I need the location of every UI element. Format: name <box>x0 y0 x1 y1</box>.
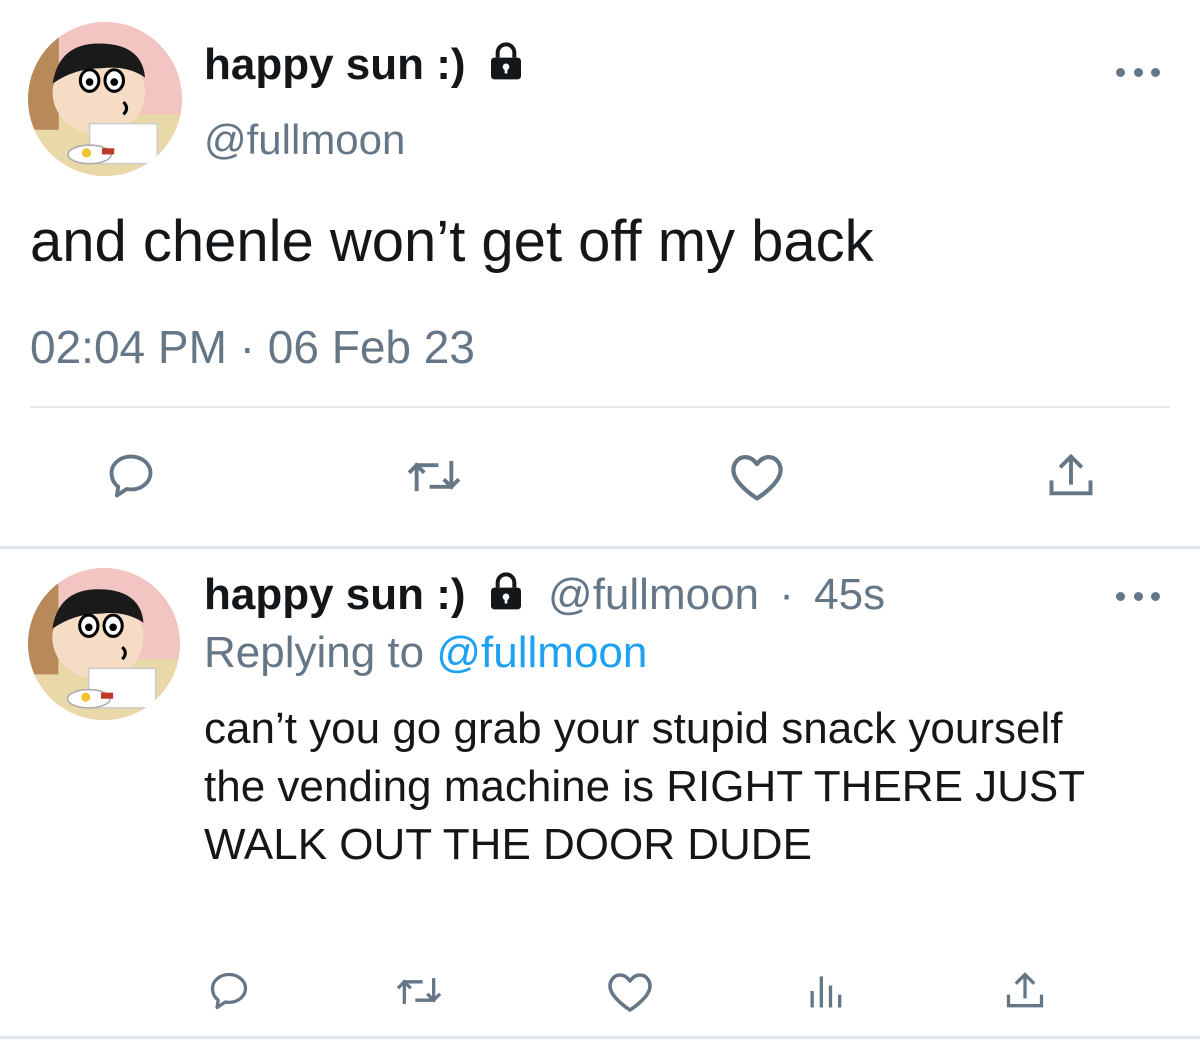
share-button[interactable] <box>1036 446 1106 506</box>
reply-share-button[interactable] <box>1000 966 1050 1016</box>
reply-reply-button[interactable] <box>204 966 254 1016</box>
divider <box>30 406 1170 408</box>
timestamp[interactable]: 02:04 PM · 06 Feb 23 <box>30 320 475 374</box>
like-icon <box>608 973 652 1012</box>
reply-button[interactable] <box>96 446 166 506</box>
reply-more-options-icon[interactable] <box>1116 586 1160 606</box>
reply-header: happy sun :) @fullmoon · 45s <box>204 570 885 620</box>
dot <box>1116 67 1125 77</box>
avatar[interactable] <box>28 22 182 176</box>
reply-handle[interactable]: @fullmoon <box>548 570 759 619</box>
retweet-icon <box>396 978 442 1004</box>
section-divider <box>0 546 1200 549</box>
dot <box>1151 67 1160 77</box>
reply-analytics-button[interactable] <box>800 966 850 1016</box>
reply-text: can’t you go grab your stupid snack your… <box>204 704 1085 869</box>
reply-retweet-button[interactable] <box>384 966 454 1016</box>
reply-like-button[interactable] <box>600 966 660 1016</box>
replying-mention[interactable]: @fullmoon <box>436 628 647 677</box>
reply-icon <box>109 454 153 498</box>
share-icon <box>1049 453 1093 496</box>
display-name[interactable]: happy sun :) <box>204 40 526 90</box>
dot <box>1133 67 1143 77</box>
analytics-icon <box>810 976 842 1008</box>
bottom-divider <box>0 1036 1200 1039</box>
dot <box>1116 591 1125 601</box>
reply-icon <box>210 972 248 1010</box>
cartoon-avatar-icon <box>28 568 180 720</box>
separator-dot: · <box>779 570 794 619</box>
lock-icon <box>490 572 521 610</box>
handle[interactable]: @fullmoon <box>204 116 405 164</box>
replying-to: Replying to @fullmoon <box>204 628 647 678</box>
like-icon <box>731 454 783 501</box>
share-icon <box>1006 972 1044 1008</box>
display-name-text[interactable]: happy sun :) <box>204 40 466 89</box>
replying-prefix: Replying to <box>204 628 425 677</box>
more-options-icon[interactable] <box>1116 62 1160 82</box>
cartoon-avatar-icon <box>28 22 182 176</box>
reply-age[interactable]: 45s <box>814 570 885 619</box>
dot <box>1133 591 1143 601</box>
tweet-text: and chenle won’t get off my back <box>30 209 874 274</box>
reply-display-name[interactable]: happy sun :) <box>204 570 466 619</box>
lock-icon <box>490 42 521 80</box>
like-button[interactable] <box>722 446 792 506</box>
retweet-icon <box>407 460 461 492</box>
reply-avatar[interactable] <box>28 568 180 720</box>
retweet-button[interactable] <box>384 446 484 506</box>
dot <box>1151 591 1160 601</box>
